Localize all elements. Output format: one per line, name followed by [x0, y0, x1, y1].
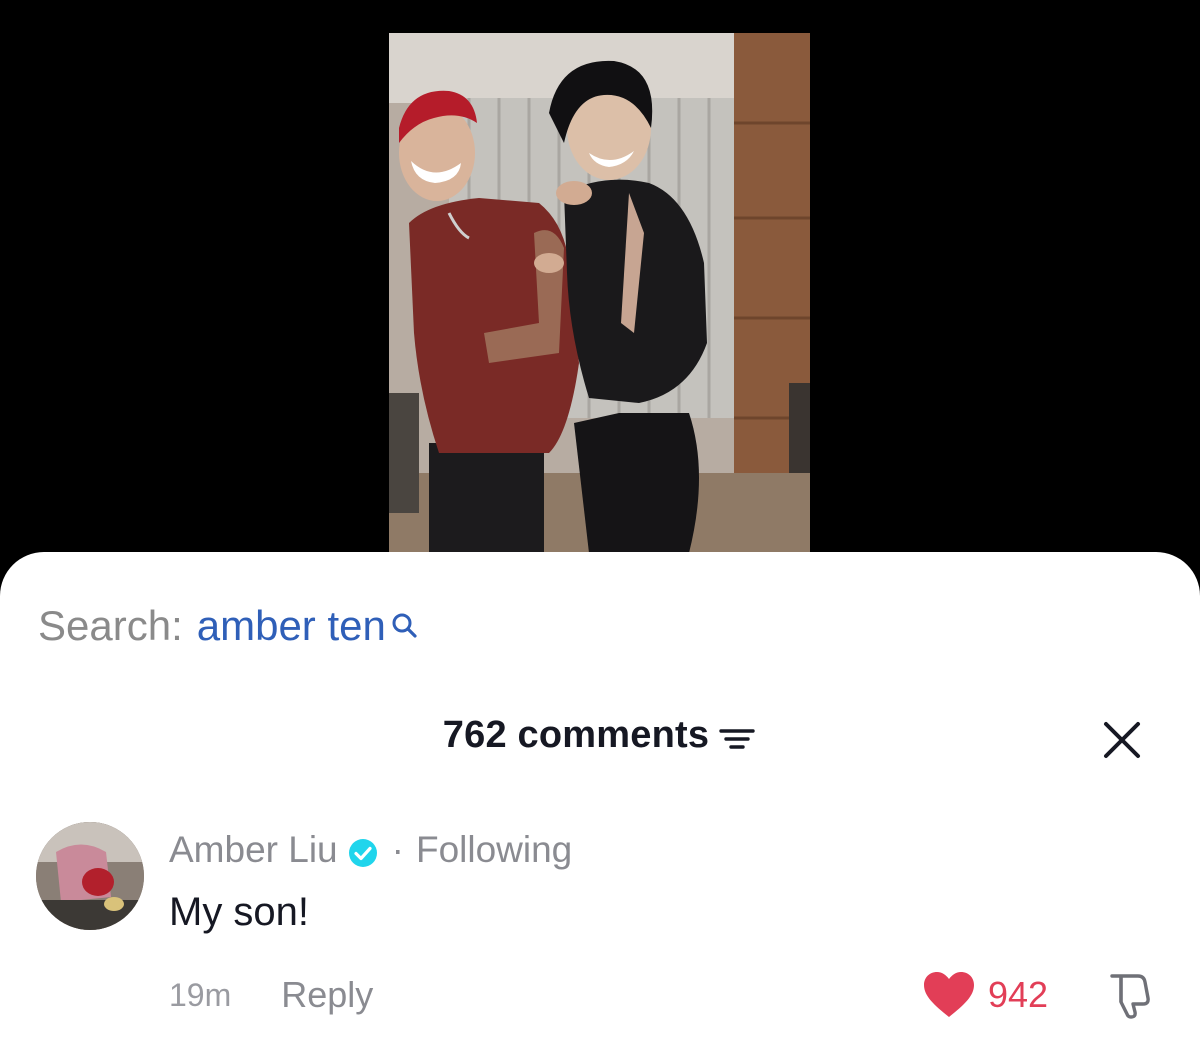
- video-frame[interactable]: [389, 33, 810, 553]
- reply-button[interactable]: Reply: [281, 974, 373, 1016]
- verified-badge-icon: [348, 835, 378, 867]
- comment-timestamp: 19m: [169, 976, 232, 1013]
- separator-dot: ·: [391, 829, 404, 870]
- search-suggestion[interactable]: Search: amber ten: [38, 600, 420, 652]
- avatar[interactable]: [36, 822, 144, 930]
- search-icon[interactable]: [390, 603, 420, 638]
- close-icon[interactable]: [1100, 718, 1144, 762]
- sort-filter-icon[interactable]: [717, 721, 757, 751]
- following-status: Following: [415, 829, 573, 870]
- video-player[interactable]: [0, 0, 1200, 560]
- comment-item: Amber Liu · Following My son! 19m Reply …: [36, 820, 1166, 1030]
- comments-header: 762 comments: [0, 714, 1200, 766]
- thumbs-down-icon[interactable]: [1104, 970, 1154, 1020]
- heart-icon[interactable]: [922, 971, 976, 1019]
- author-name-link[interactable]: Amber Liu: [169, 829, 338, 871]
- comment-author-row: Amber Liu · Following: [169, 828, 572, 872]
- video-thumbnail-image: [389, 33, 810, 553]
- comment-text: My son!: [169, 890, 310, 934]
- search-term-link[interactable]: amber ten: [197, 602, 386, 650]
- search-prefix-label: Search:: [38, 602, 183, 649]
- comment-meta-row: 19m Reply: [169, 970, 373, 1020]
- comments-sheet: Search: amber ten 762 comments Amber Liu…: [0, 552, 1200, 1043]
- comments-count-title: 762 comments: [0, 714, 1200, 757]
- like-button[interactable]: 942: [922, 970, 1048, 1020]
- like-count: 942: [988, 974, 1049, 1015]
- comments-count-label: 762 comments: [442, 714, 710, 756]
